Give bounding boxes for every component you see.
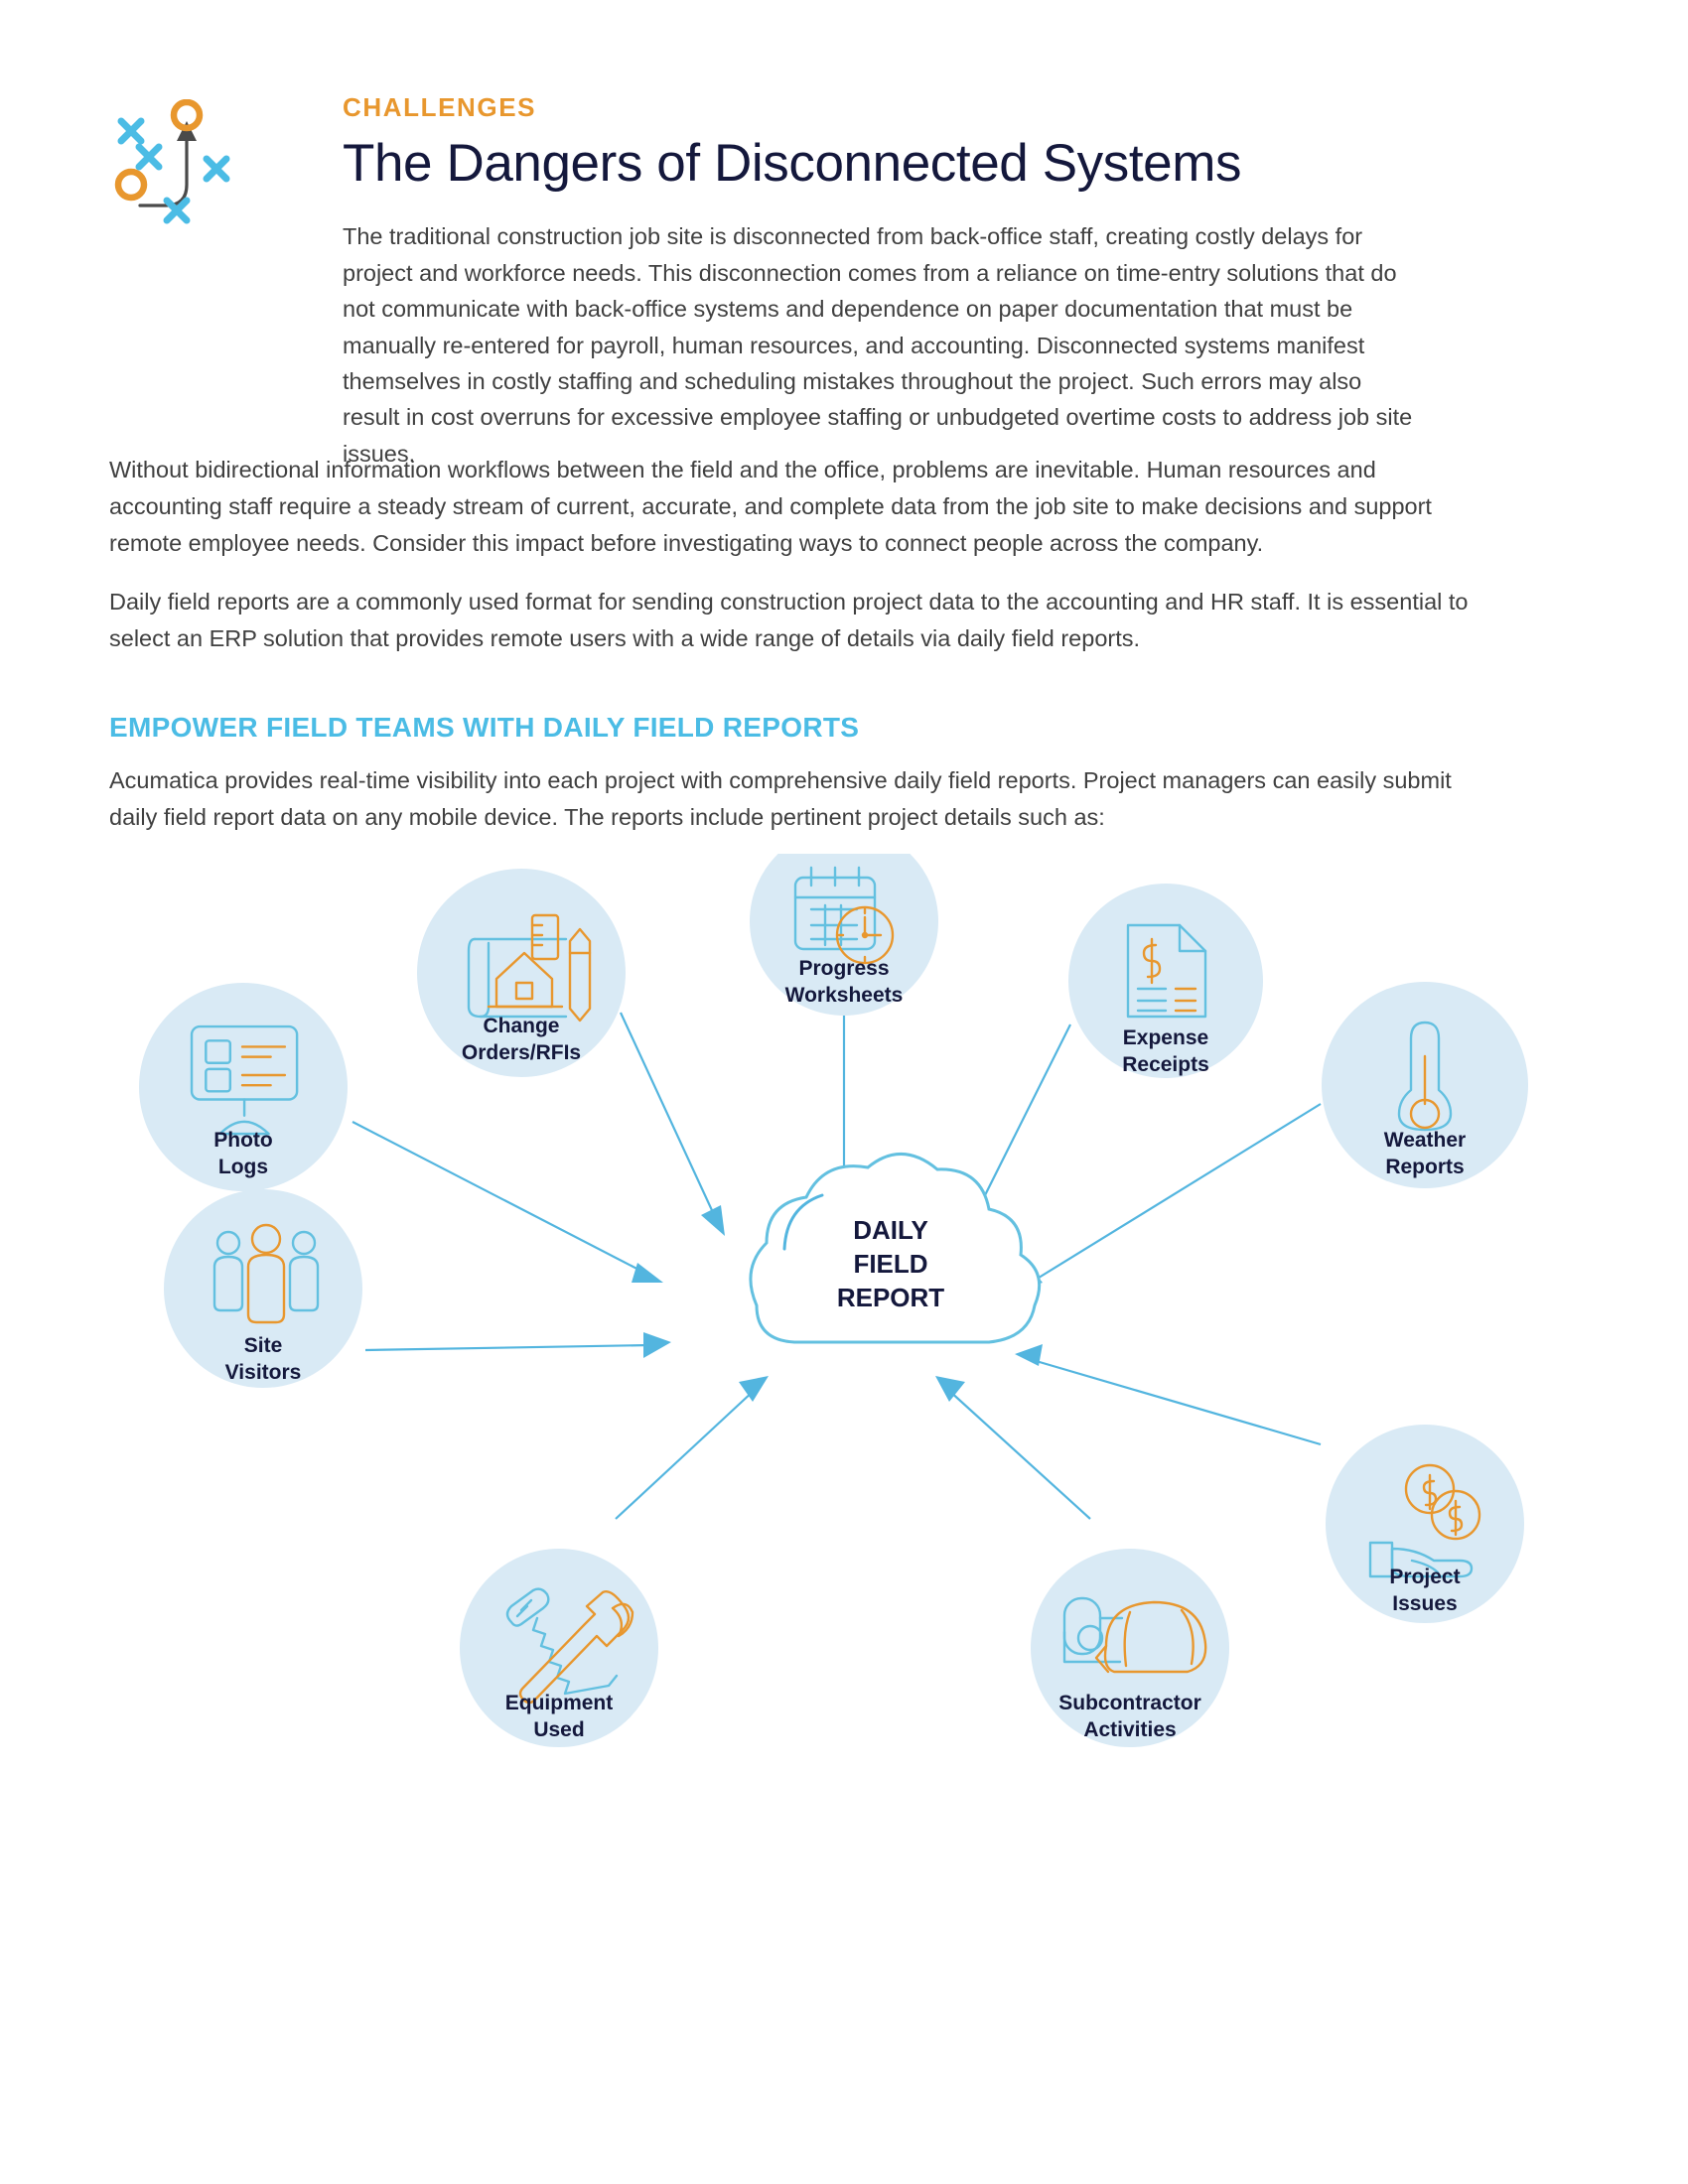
diagram-node-photo-logs[interactable]: Photo Logs (139, 983, 348, 1191)
diagram-node-weather-reports[interactable]: Weather Reports (1322, 982, 1528, 1188)
cloud-label-line3: REPORT (837, 1283, 944, 1312)
node-label-line1: Site (244, 1334, 283, 1357)
arrow-subcontractor-activities (935, 1376, 1091, 1520)
diagram-node-expense-receipts[interactable]: Expense Receipts (1068, 884, 1263, 1078)
diagram-node-progress-worksheets[interactable]: Progress Worksheets (750, 854, 938, 1016)
body-paragraph-second: Without bidirectional information workfl… (109, 457, 1432, 557)
daily-field-report-diagram: DAILY FIELD REPORT Photo Logs Change Ord… (0, 854, 1688, 2164)
node-label-line1: Weather (1384, 1129, 1466, 1152)
document-page: CHALLENGES The Dangers of Disconnected S… (0, 0, 1688, 2184)
diagram-node-project-issues[interactable]: Project Issues (1326, 1425, 1524, 1623)
node-label-line2: Reports (1385, 1156, 1464, 1178)
node-label-line1: Change (483, 1015, 559, 1037)
node-label-line1: Progress (798, 957, 889, 980)
node-label-line1: Photo (213, 1129, 272, 1152)
xs-and-os-strategy-icon (109, 98, 238, 233)
cloud-label-line1: DAILY (853, 1215, 928, 1245)
body-paragraph-third: Daily field reports are a commonly used … (109, 589, 1469, 652)
node-label-line2: Logs (218, 1156, 268, 1178)
section-heading: EMPOWER FIELD TEAMS WITH DAILY FIELD REP… (109, 712, 860, 743)
arrow-equipment-used (615, 1376, 769, 1520)
header-text-group: CHALLENGES The Dangers of Disconnected S… (343, 94, 1579, 472)
diagram-node-site-visitors[interactable]: Site Visitors (164, 1189, 362, 1388)
node-label-line2: Visitors (225, 1361, 302, 1384)
arrow-photo-logs (352, 1121, 663, 1283)
intro-paragraph: The traditional construction job site is… (343, 223, 1413, 467)
arrow-weather-reports (1015, 1103, 1322, 1293)
diagram-node-subcontractor-activities[interactable]: Subcontractor Activities (1031, 1549, 1229, 1747)
diagram-node-change-orders[interactable]: Change Orders/RFIs (417, 869, 626, 1077)
node-label-line2: Used (533, 1718, 584, 1741)
arrow-change-orders (620, 1012, 725, 1236)
node-label-line2: Activities (1083, 1718, 1176, 1741)
eyebrow-label: CHALLENGES (343, 92, 537, 122)
node-label-line2: Orders/RFIs (462, 1041, 581, 1064)
arrow-project-issues (1015, 1344, 1322, 1446)
header-block: CHALLENGES The Dangers of Disconnected S… (109, 94, 1579, 472)
node-label-line2: Issues (1392, 1592, 1457, 1615)
node-label-line1: Project (1389, 1566, 1460, 1588)
diagram-node-equipment-used[interactable]: Equipment Used (460, 1549, 658, 1747)
section-paragraph: Acumatica provides real-time visibility … (109, 767, 1452, 831)
arrow-site-visitors (364, 1332, 671, 1358)
node-label-line2: Receipts (1122, 1053, 1209, 1076)
cloud-label-line2: FIELD (853, 1249, 927, 1279)
node-label-line1: Equipment (505, 1692, 614, 1714)
page-title: The Dangers of Disconnected Systems (343, 134, 1242, 193)
node-label-line1: Expense (1123, 1026, 1208, 1049)
center-cloud-node: DAILY FIELD REPORT (749, 1153, 1042, 1344)
node-label-line1: Subcontractor (1058, 1692, 1201, 1714)
node-label-line2: Worksheets (785, 984, 904, 1007)
